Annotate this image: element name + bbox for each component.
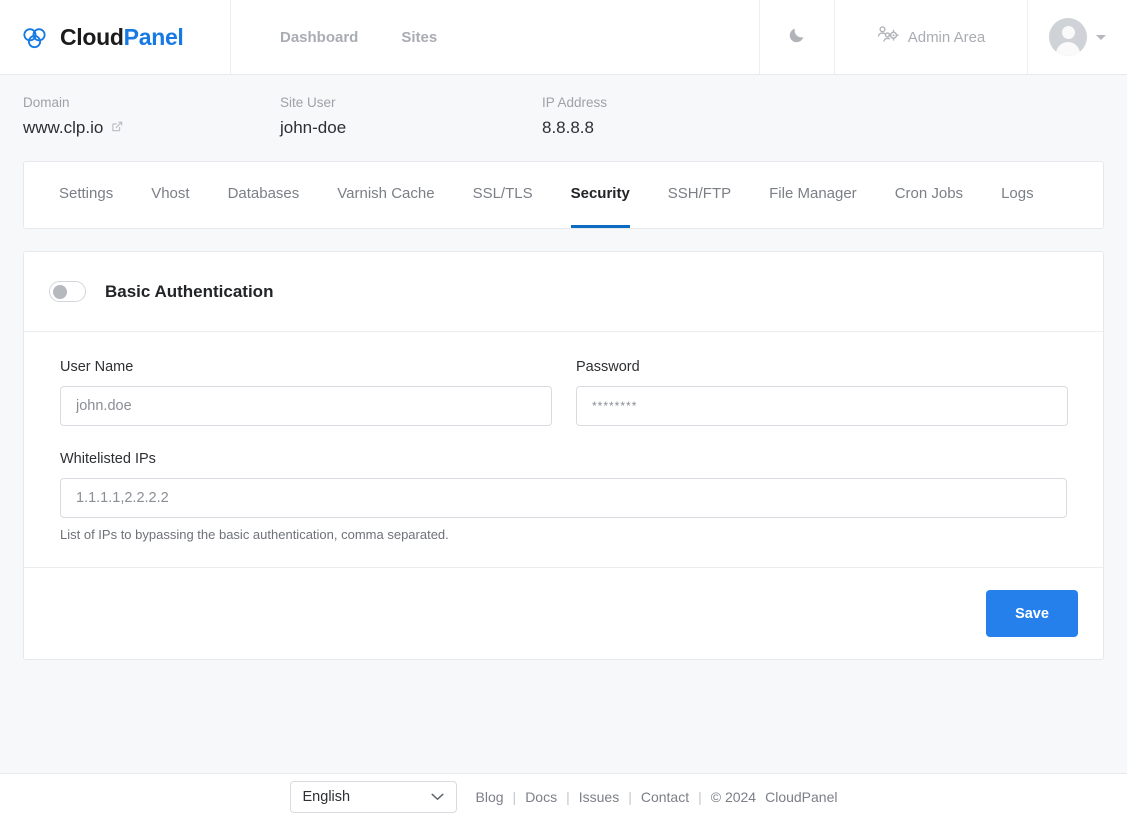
whitelisted-ips-field-group: Whitelisted IPs List of IPs to bypassing… xyxy=(60,451,1067,542)
footer-copyright: © 2024 xyxy=(711,789,756,805)
admin-area-label: Admin Area xyxy=(908,29,986,46)
password-input[interactable] xyxy=(576,386,1068,426)
username-label: User Name xyxy=(60,359,552,375)
tab-ssl-tls[interactable]: SSL/TLS xyxy=(473,162,533,228)
ip-address-value: 8.8.8.8 xyxy=(542,118,607,138)
basic-authentication-card: Basic Authentication User Name Password … xyxy=(23,251,1104,660)
username-input[interactable] xyxy=(60,386,552,426)
nav-sites[interactable]: Sites xyxy=(401,29,437,46)
user-avatar-icon xyxy=(1049,18,1087,56)
tab-ssh-ftp[interactable]: SSH/FTP xyxy=(668,162,731,228)
footer-link-blog[interactable]: Blog xyxy=(476,789,504,805)
top-header: CloudPanel Dashboard Sites xyxy=(0,0,1127,75)
tab-varnish-cache[interactable]: Varnish Cache xyxy=(337,162,434,228)
site-info-domain: Domain www.clp.io xyxy=(23,95,280,161)
tab-databases[interactable]: Databases xyxy=(228,162,300,228)
brand-cloud-text: Cloud xyxy=(60,24,124,50)
user-menu[interactable] xyxy=(1028,0,1127,74)
footer-links: Blog | Docs | Issues | Contact | © 2024 … xyxy=(476,789,838,805)
whitelisted-ips-input[interactable] xyxy=(60,478,1067,518)
domain-label: Domain xyxy=(23,95,280,110)
site-tabs: Settings Vhost Databases Varnish Cache S… xyxy=(23,161,1104,229)
domain-value: www.clp.io xyxy=(23,118,103,138)
tab-logs[interactable]: Logs xyxy=(1001,162,1034,228)
footer-link-issues[interactable]: Issues xyxy=(579,789,619,805)
chevron-down-icon xyxy=(1096,35,1106,40)
basic-authentication-toggle[interactable] xyxy=(49,281,86,302)
username-field-group: User Name xyxy=(60,359,552,426)
dark-mode-toggle[interactable] xyxy=(760,0,835,74)
tab-file-manager[interactable]: File Manager xyxy=(769,162,857,228)
domain-value-row: www.clp.io xyxy=(23,118,280,138)
basic-auth-form: User Name Password Whitelisted IPs List … xyxy=(24,332,1103,542)
footer-product-name: CloudPanel xyxy=(765,789,837,805)
tab-vhost[interactable]: Vhost xyxy=(151,162,189,228)
save-button[interactable]: Save xyxy=(986,590,1078,637)
brand-panel-text: Panel xyxy=(124,24,184,50)
site-info-ip: IP Address 8.8.8.8 xyxy=(542,95,607,161)
footer-separator: | xyxy=(698,789,702,805)
moon-icon xyxy=(788,25,807,49)
password-field-group: Password xyxy=(576,359,1068,426)
tab-cron-jobs[interactable]: Cron Jobs xyxy=(895,162,963,228)
basic-authentication-title: Basic Authentication xyxy=(105,282,273,302)
site-user-value: john-doe xyxy=(280,118,542,138)
nav-dashboard[interactable]: Dashboard xyxy=(280,29,358,46)
footer-separator: | xyxy=(513,789,517,805)
card-footer-actions: Save xyxy=(24,567,1103,659)
site-info-bar: Domain www.clp.io Site User john-doe IP … xyxy=(0,75,1127,161)
page-footer: English Blog | Docs | Issues | Contact |… xyxy=(0,773,1127,819)
password-label: Password xyxy=(576,359,1068,375)
language-select[interactable]: English xyxy=(290,781,457,813)
brand-title: CloudPanel xyxy=(60,24,184,51)
site-info-user: Site User john-doe xyxy=(280,95,542,161)
whitelisted-ips-label: Whitelisted IPs xyxy=(60,451,1067,467)
admin-area-button[interactable]: Admin Area xyxy=(835,0,1028,74)
brand-logo-area[interactable]: CloudPanel xyxy=(0,0,231,74)
site-user-label: Site User xyxy=(280,95,542,110)
toggle-knob xyxy=(53,285,67,299)
users-cog-icon xyxy=(877,25,899,49)
cloud-logo-icon xyxy=(20,23,49,52)
footer-link-contact[interactable]: Contact xyxy=(641,789,689,805)
footer-separator: | xyxy=(628,789,632,805)
language-selected-value: English xyxy=(303,789,351,805)
external-link-icon[interactable] xyxy=(111,118,124,138)
footer-link-docs[interactable]: Docs xyxy=(525,789,557,805)
whitelisted-ips-help: List of IPs to bypassing the basic authe… xyxy=(60,527,1067,542)
chevron-down-icon xyxy=(431,788,444,806)
credentials-row: User Name Password xyxy=(60,359,1078,451)
ip-address-label: IP Address xyxy=(542,95,607,110)
basic-auth-header: Basic Authentication xyxy=(24,252,1103,332)
tab-security[interactable]: Security xyxy=(571,162,630,228)
main-navigation: Dashboard Sites xyxy=(231,0,760,74)
footer-separator: | xyxy=(566,789,570,805)
tab-settings[interactable]: Settings xyxy=(59,162,113,228)
